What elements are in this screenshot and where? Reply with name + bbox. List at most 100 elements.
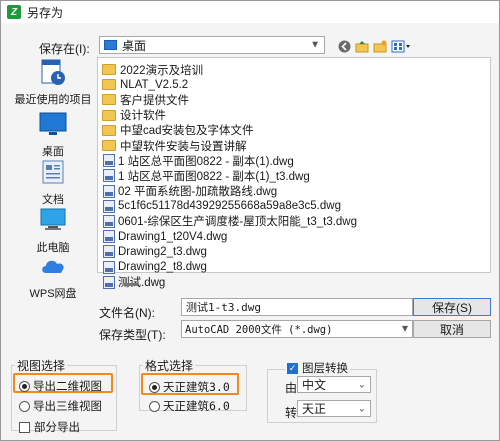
save-button[interactable]: 保存(S) [413, 298, 491, 316]
dwg-file-icon [103, 169, 115, 183]
file-name: NLAT_V2.5.2 [120, 78, 189, 91]
horizontal-scrollbar-thumb[interactable] [124, 283, 138, 286]
file-name: 设计软件 [120, 110, 166, 123]
radio-3d-label: 导出三维视图 [33, 401, 102, 413]
radio-2d-view[interactable]: 导出二维视图 [19, 378, 102, 394]
back-icon[interactable] [337, 39, 351, 53]
filetype-label: 保存类型(T): [99, 328, 166, 342]
file-name: 5c1f6c51178d43929255668a59a8e3c5.dwg [118, 200, 341, 213]
file-row[interactable]: NLAT_V2.5.2 [98, 77, 490, 92]
file-name: 中望软件安装与设置讲解 [120, 140, 247, 153]
file-name: 02 平面系统图-加疏散路线.dwg [118, 186, 278, 199]
radio-2d-label: 导出二维视图 [33, 381, 102, 393]
file-name: 0601-综保区生产调度楼-屋顶太阳能_t3_t3.dwg [118, 216, 358, 229]
place-wps-label: WPS网盘 [29, 288, 77, 300]
file-row[interactable]: 5c1f6c51178d43929255668a59a8e3c5.dwg [98, 199, 490, 214]
save-as-dialog: Z 另存为 保存在(I): 桌面 ▼ 最近使用的项目 桌面 文档 此电脑 WPS… [0, 0, 500, 441]
place-recent-label: 最近使用的项目 [14, 94, 92, 106]
file-name: 客户提供文件 [120, 94, 189, 107]
format-group-title: 格式选择 [143, 357, 196, 374]
places-bar: 最近使用的项目 桌面 文档 此电脑 WPS网盘 [11, 53, 95, 300]
file-name: 2022演示及培训 [120, 64, 204, 77]
partial-export-checkbox[interactable]: 部分导出 [19, 419, 80, 435]
checkmark-icon: ✓ [287, 362, 298, 374]
file-row[interactable]: Drawing2_t3.dwg [98, 244, 490, 259]
file-name: 1 站区总平面图0822 - 副本(1)_t3.dwg [118, 170, 310, 183]
radio-tangent-6[interactable]: 天正建筑6.0 [149, 398, 230, 414]
place-desktop[interactable]: 桌面 [11, 109, 95, 159]
desktop-icon [104, 40, 117, 50]
file-name: Drawing1_t20V4.dwg [118, 230, 228, 243]
title-bar: Z 另存为 [1, 1, 499, 23]
place-wps-cloud[interactable]: WPS网盘 [11, 251, 95, 301]
window-title: 另存为 [27, 5, 64, 20]
file-name: 中望cad安装包及字体文件 [120, 125, 254, 138]
new-folder-icon[interactable] [373, 39, 387, 53]
to-label: 转 [285, 406, 298, 420]
location-value: 桌面 [122, 38, 147, 53]
file-row[interactable]: 中望软件安装与设置讲解 [98, 138, 490, 153]
chevron-down-icon: ▼ [401, 323, 408, 335]
up-folder-icon[interactable] [355, 39, 369, 53]
computer-icon [38, 205, 68, 235]
from-select[interactable]: 中文 ⌄ [297, 376, 371, 393]
file-row[interactable]: 设计软件 [98, 108, 490, 123]
dwg-file-icon [103, 260, 115, 274]
view-menu-icon[interactable] [391, 39, 411, 53]
to-select[interactable]: 天正 ⌄ [297, 400, 371, 417]
filename-input[interactable]: 测试1-t3.dwg [181, 298, 413, 316]
file-name: 1 站区总平面图0822 - 副本(1).dwg [118, 155, 294, 168]
filetype-select[interactable]: AutoCAD 2000文件 (*.dwg) ▼ [181, 320, 413, 338]
folder-icon [102, 64, 116, 76]
file-name: Drawing2_t8.dwg [118, 261, 207, 274]
to-value: 天正 [302, 402, 327, 416]
file-name: Drawing2_t3.dwg [118, 245, 207, 258]
radio-tangent-3-label: 天正建筑3.0 [163, 380, 230, 394]
file-row[interactable]: Drawing2_t8.dwg [98, 259, 490, 274]
app-logo-icon: Z [7, 5, 21, 19]
recent-items-icon [38, 57, 68, 87]
dwg-file-icon [103, 199, 115, 213]
place-this-pc[interactable]: 此电脑 [11, 205, 95, 255]
folder-icon [102, 79, 116, 91]
filename-label: 文件名(N): [99, 306, 155, 320]
folder-icon [102, 109, 116, 121]
place-documents[interactable]: 文档 [11, 157, 95, 207]
checkbox-icon [19, 421, 30, 433]
cloud-icon [38, 251, 68, 281]
location-combo[interactable]: 桌面 ▼ [99, 36, 325, 54]
dwg-file-icon [103, 184, 115, 198]
file-row[interactable]: 中望cad安装包及字体文件 [98, 123, 490, 138]
dwg-file-icon [103, 154, 115, 168]
file-row[interactable]: 测试.dwg [98, 275, 490, 290]
radio-button-icon [19, 400, 30, 412]
file-row[interactable]: 02 平面系统图-加疏散路线.dwg [98, 184, 490, 199]
view-group-title: 视图选择 [15, 357, 68, 374]
desktop-monitor-icon [38, 109, 68, 139]
radio-tangent-3[interactable]: 天正建筑3.0 [149, 379, 230, 395]
chevron-down-icon: ▼ [310, 39, 320, 51]
radio-button-icon [149, 381, 160, 393]
file-row[interactable]: 2022演示及培训 [98, 62, 490, 77]
radio-button-icon [19, 380, 30, 392]
filetype-value: AutoCAD 2000文件 (*.dwg) [185, 323, 333, 336]
location-toolbar [337, 39, 411, 53]
radio-3d-view[interactable]: 导出三维视图 [19, 398, 102, 414]
place-recent[interactable]: 最近使用的项目 [11, 57, 95, 107]
radio-tangent-6-label: 天正建筑6.0 [163, 399, 230, 413]
documents-icon [38, 157, 68, 187]
dwg-file-icon [103, 275, 115, 289]
file-row[interactable]: 客户提供文件 [98, 92, 490, 107]
file-row[interactable]: Drawing1_t20V4.dwg [98, 229, 490, 244]
folder-icon [102, 94, 116, 106]
file-row[interactable]: 1 站区总平面图0822 - 副本(1).dwg [98, 153, 490, 168]
from-label: 由 [285, 381, 298, 395]
file-list[interactable]: 2022演示及培训 NLAT_V2.5.2 客户提供文件 设计软件 中望cad安… [97, 57, 491, 289]
dwg-file-icon [103, 245, 115, 259]
layer-conversion-checkbox[interactable]: ✓ 图层转换 [285, 360, 350, 376]
dwg-file-icon [103, 214, 115, 228]
file-row[interactable]: 0601-综保区生产调度楼-屋顶太阳能_t3_t3.dwg [98, 214, 490, 229]
from-value: 中文 [302, 378, 327, 392]
cancel-button[interactable]: 取消 [413, 320, 491, 338]
file-row[interactable]: 1 站区总平面图0822 - 副本(1)_t3.dwg [98, 168, 490, 183]
